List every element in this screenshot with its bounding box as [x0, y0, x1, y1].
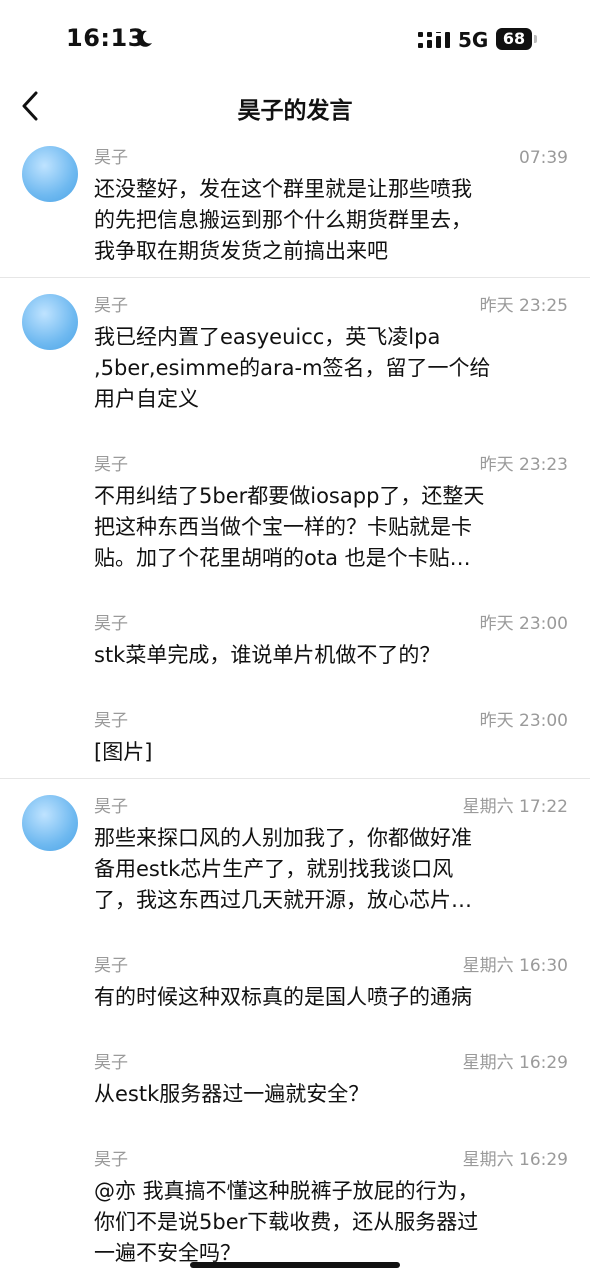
message-item[interactable]: 昊子 昨天 23:00 stk菜单完成，谁说单片机做不了的？ — [0, 596, 590, 681]
message-list[interactable]: 昊子 07:39 还没整好，发在这个群里就是让那些喷我 的先把信息搬运到那个什么… — [0, 130, 590, 1279]
message-time: 昨天 23:23 — [479, 455, 568, 475]
message-time: 昨天 23:00 — [479, 614, 568, 634]
network-type: 5G — [458, 28, 489, 52]
message-text: 从estk服务器过一遍就安全？ — [94, 1082, 370, 1106]
signal-icon — [418, 32, 450, 48]
message-time: 昨天 23:00 — [479, 711, 568, 731]
message-item[interactable]: 昊子 07:39 还没整好，发在这个群里就是让那些喷我 的先把信息搬运到那个什么… — [0, 130, 590, 277]
message-time: 星期六 16:30 — [462, 956, 568, 976]
message-time: 星期六 16:29 — [462, 1150, 568, 1170]
message-item[interactable]: 昊子 星期六 16:30 有的时候这种双标真的是国人喷子的通病 — [0, 938, 590, 1023]
message-item[interactable]: 昊子 星期六 16:29 @亦 我真搞不懂这种脱裤子放屁的行为， 你们不是说5b… — [0, 1132, 590, 1279]
message-text: 那些来探口风的人别加我了，你都做好准 备用estk芯片生产了，就别找我谈口风 了… — [94, 826, 472, 912]
message-time: 昨天 23:25 — [479, 296, 568, 316]
home-indicator[interactable] — [190, 1262, 400, 1268]
message-item[interactable]: 昊子 昨天 23:00 [图片] — [0, 693, 590, 778]
message-group: 昊子 07:39 还没整好，发在这个群里就是让那些喷我 的先把信息搬运到那个什么… — [0, 130, 590, 278]
message-time: 星期六 16:29 — [462, 1053, 568, 1073]
message-text: @亦 我真搞不懂这种脱裤子放屁的行为， 你们不是说5ber下载收费，还从服务器过… — [94, 1179, 479, 1265]
moon-icon — [137, 30, 152, 47]
message-group: 昊子 昨天 23:25 我已经内置了easyeuicc，英飞凌lpa ,5ber… — [0, 278, 590, 779]
status-bar: 16:13 5G 68 — [0, 0, 590, 80]
message-item[interactable]: 昊子 昨天 23:23 不用纠结了5ber都要做iosapp了，还整天 把这种东… — [0, 437, 590, 584]
sender-name: 昊子 — [94, 148, 128, 168]
message-text: 不用纠结了5ber都要做iosapp了，还整天 把这种东西当做个宝一样的？卡贴就… — [94, 484, 485, 570]
message-text: [图片] — [94, 740, 153, 764]
page-title: 昊子的发言 — [237, 98, 353, 124]
message-group: 昊子 星期六 17:22 那些来探口风的人别加我了，你都做好准 备用estk芯片… — [0, 779, 590, 1279]
battery-tip — [534, 35, 537, 43]
message-time: 星期六 17:22 — [462, 797, 568, 817]
message-text: 我已经内置了easyeuicc，英飞凌lpa ,5ber,esimme的ara-… — [94, 325, 491, 411]
message-item[interactable]: 昊子 星期六 17:22 那些来探口风的人别加我了，你都做好准 备用estk芯片… — [0, 779, 590, 926]
message-time: 07:39 — [519, 148, 568, 168]
message-item[interactable]: 昊子 昨天 23:25 我已经内置了easyeuicc，英飞凌lpa ,5ber… — [0, 278, 590, 425]
message-text: 还没整好，发在这个群里就是让那些喷我 的先把信息搬运到那个什么期货群里去， 我争… — [94, 177, 472, 263]
nav-bar: 昊子的发言 — [0, 80, 590, 130]
battery-icon: 68 — [496, 28, 532, 50]
message-item[interactable]: 昊子 星期六 16:29 从estk服务器过一遍就安全？ — [0, 1035, 590, 1120]
message-text: 有的时候这种双标真的是国人喷子的通病 — [94, 985, 472, 1009]
message-text: stk菜单完成，谁说单片机做不了的？ — [94, 643, 441, 667]
